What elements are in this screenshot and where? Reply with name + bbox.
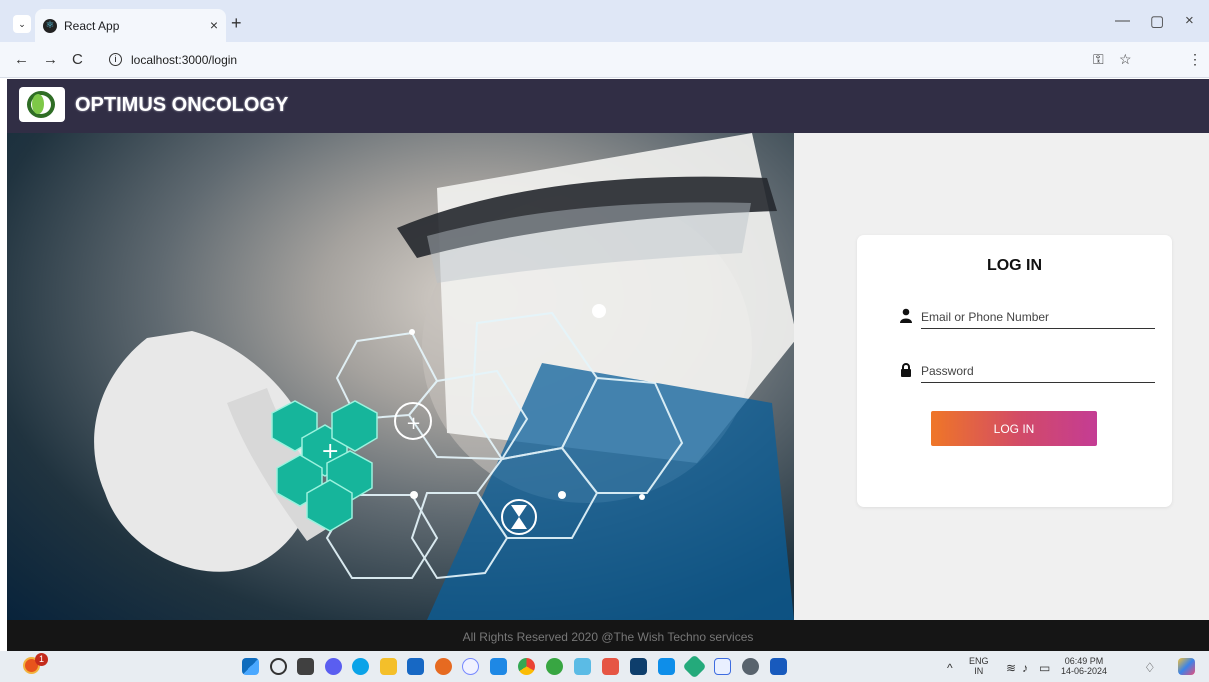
bookmark-star-icon[interactable]: ☆ [1119,51,1132,68]
close-window-button[interactable]: × [1185,12,1194,29]
system-clock[interactable]: 06:49 PM 14-06-2024 [1061,656,1107,676]
logo-leaf-icon [32,94,44,114]
clock-time: 06:49 PM [1064,656,1104,666]
new-tab-button[interactable]: + [231,13,242,34]
word-icon[interactable] [770,658,787,675]
svg-text:+: + [406,413,421,434]
git-icon[interactable] [682,654,707,679]
wifi-icon[interactable]: ≋ [1006,662,1016,674]
volume-icon[interactable]: ♪ [1022,662,1028,674]
bell-icon[interactable]: ♢ [1144,661,1156,674]
language-region: IN [974,666,984,676]
forward-icon[interactable]: → [43,51,58,68]
grammar-icon[interactable] [546,658,563,675]
address-bar: ← → C i localhost:3000/login ⚿ ☆ ⋮ [0,42,1209,112]
optimus-logo [19,87,65,122]
user-icon [900,308,912,323]
expand-tray-icon[interactable]: ^ [947,662,953,674]
edge-icon[interactable] [352,658,369,675]
react-favicon-icon: ⚛ [43,19,57,33]
url-text[interactable]: localhost:3000/login [131,53,237,67]
password-field[interactable] [921,360,1155,383]
browser-menu-icon[interactable]: ⋮ [1188,51,1202,68]
brand-name: OPTIMUS ONCOLOGY [75,94,289,116]
password-key-icon[interactable]: ⚿ [1093,51,1104,68]
tab-search-chevron-icon[interactable]: ⌄ [13,15,31,33]
url-field[interactable]: i localhost:3000/login [99,47,1099,74]
login-card: LOG IN LOG IN [857,235,1172,507]
minimize-button[interactable]: — [1115,12,1130,29]
folder-icon[interactable] [380,658,397,675]
battery-icon[interactable]: ▭ [1039,662,1050,674]
site-info-icon[interactable]: i [109,53,122,66]
password-row [899,360,1155,384]
notification-badge: 1 [35,653,48,666]
browser-tab-bar: ⌄ ⚛ React App × + — ▢ × [0,0,1209,42]
tools-icon[interactable] [602,658,619,675]
medical-hero-image: + + [7,133,794,620]
login-title: LOG IN [986,257,1043,274]
app-header: OPTIMUS ONCOLOGY [7,79,1209,133]
login-button[interactable]: LOG IN [931,411,1097,446]
windows-start-icon[interactable] [242,658,259,675]
language-code: ENG [969,656,989,666]
photos-icon[interactable] [574,658,591,675]
email-row [899,306,1155,330]
svg-text:+: + [321,439,339,464]
restore-button[interactable]: ▢ [1150,12,1164,30]
footer-copyright: All Rights Reserved 2020 @The Wish Techn… [7,620,1209,651]
close-tab-icon[interactable]: × [210,17,218,33]
reload-icon[interactable]: C [72,51,83,68]
tab-title: React App [64,19,120,33]
store-icon[interactable] [407,658,424,675]
search-icon[interactable] [270,658,287,675]
settings-icon[interactable] [742,658,759,675]
medical-illustration: + + [94,133,794,620]
copilot-icon[interactable] [1178,658,1195,675]
vscode-icon[interactable] [658,658,675,675]
email-field[interactable] [921,306,1155,329]
clock-date: 14-06-2024 [1061,666,1108,676]
notes-icon[interactable] [714,658,731,675]
windows-taskbar: 1 ^ ENG IN ≋ ♪ ▭ 06:49 PM 14-06-2024 ♢ [0,651,1209,682]
login-panel: LOG IN LOG IN [794,133,1209,620]
language-indicator[interactable]: ENG IN [969,656,989,676]
task-view-icon[interactable] [297,658,314,675]
video-chat-icon[interactable] [325,658,342,675]
chrome-icon[interactable] [518,658,535,675]
back-icon[interactable]: ← [14,51,29,68]
monitor-icon[interactable] [630,658,647,675]
lock-icon [901,363,911,377]
firefox-icon[interactable] [435,658,452,675]
browser-icon[interactable] [462,658,479,675]
terminal-icon[interactable] [490,658,507,675]
active-tab[interactable]: ⚛ React App × [35,9,226,42]
